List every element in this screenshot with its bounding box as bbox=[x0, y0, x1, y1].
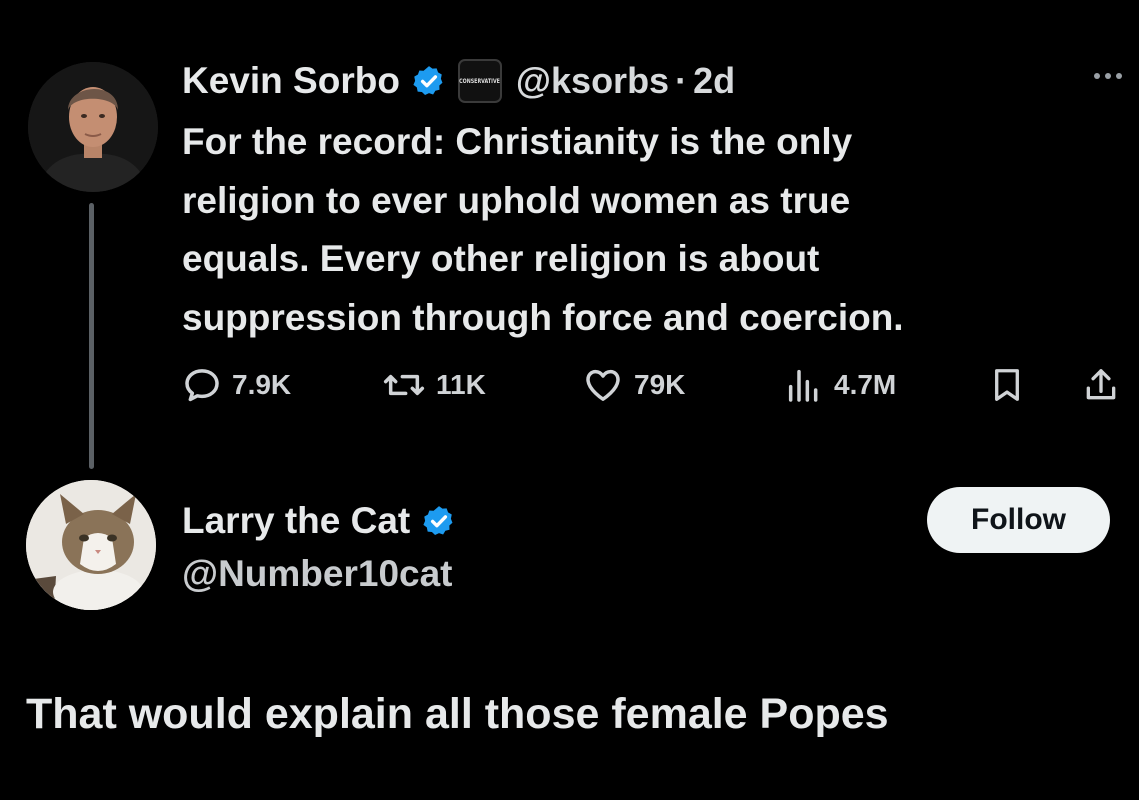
views-icon bbox=[788, 369, 818, 402]
bookmark-icon bbox=[995, 369, 1019, 401]
thread-connector-line bbox=[89, 203, 94, 469]
header-separator: · bbox=[675, 60, 688, 101]
reply-author-name[interactable]: Larry the Cat bbox=[182, 500, 410, 542]
follow-button[interactable]: Follow bbox=[927, 487, 1110, 553]
views-button[interactable]: 4.7M bbox=[784, 360, 896, 410]
tweet-text-line: For the record: Christianity is the only bbox=[182, 121, 853, 162]
reply-author-handle[interactable]: @Number10cat bbox=[182, 553, 453, 595]
tweet-text: For the record: Christianity is the only… bbox=[182, 113, 1082, 347]
tweet-action-bar: 7.9K 11K 79K 4.7M bbox=[182, 360, 1132, 410]
reply-count: 7.9K bbox=[232, 369, 292, 400]
reply-icon bbox=[185, 369, 219, 402]
share-icon bbox=[1086, 369, 1116, 400]
kevin-sorbo-avatar[interactable] bbox=[28, 62, 158, 192]
tweet-text-line: suppression through force and coercion. bbox=[182, 296, 904, 338]
tweet-timestamp[interactable]: 2d bbox=[693, 60, 735, 102]
tweet-header: Kevin Sorbo CONSERVATIVE @ksorbs · 2d bbox=[182, 56, 735, 106]
larry-the-cat-avatar[interactable] bbox=[26, 480, 156, 610]
author-handle[interactable]: @ksorbs bbox=[516, 60, 669, 102]
like-button[interactable]: 79K bbox=[582, 360, 685, 410]
verified-badge-icon bbox=[412, 64, 446, 98]
repost-count: 11K bbox=[436, 369, 486, 400]
verified-badge-icon bbox=[422, 504, 456, 538]
tweet-text-line: equals. Every other religion is about bbox=[182, 238, 820, 279]
like-count: 79K bbox=[634, 369, 686, 400]
repost-icon bbox=[383, 374, 425, 396]
reply-text: That would explain all those female Pope… bbox=[26, 690, 889, 738]
author-name[interactable]: Kevin Sorbo bbox=[182, 60, 400, 102]
share-button[interactable] bbox=[1082, 360, 1120, 410]
repost-button[interactable]: 11K bbox=[382, 360, 486, 410]
tweet-text-line: religion to ever uphold women as true bbox=[182, 179, 851, 221]
bookmark-button[interactable] bbox=[988, 360, 1026, 410]
reply-button[interactable]: 7.9K bbox=[182, 360, 291, 410]
views-count: 4.7M bbox=[834, 369, 897, 400]
reply-header: Larry the Cat bbox=[182, 496, 456, 546]
affiliate-badge-icon[interactable]: CONSERVATIVE bbox=[457, 59, 502, 103]
more-options-icon[interactable] bbox=[1084, 61, 1132, 91]
heart-icon bbox=[586, 369, 620, 401]
